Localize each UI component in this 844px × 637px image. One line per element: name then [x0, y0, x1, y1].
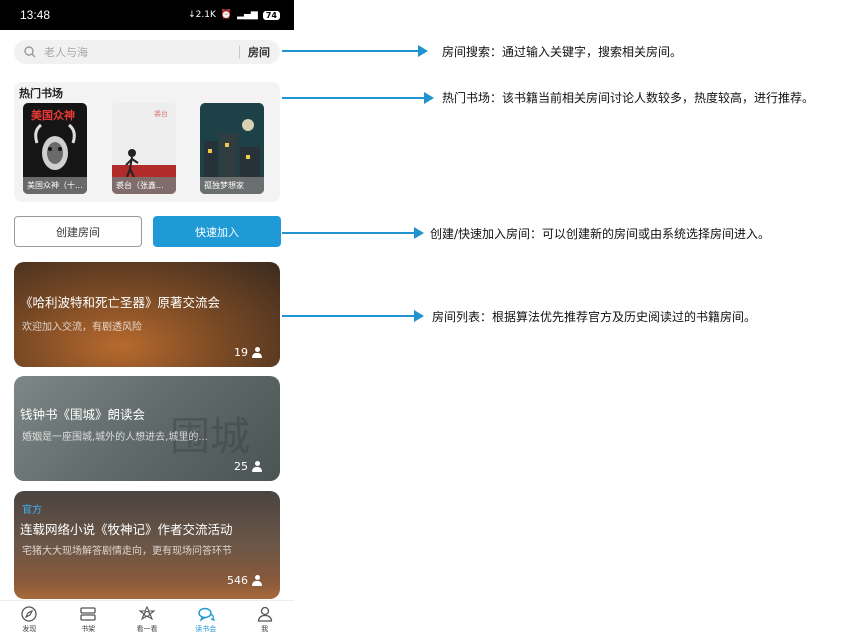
arrow-icon — [414, 227, 424, 239]
book-cover-title: 美国众神 — [31, 109, 75, 122]
annotation-line-hot — [282, 97, 426, 99]
compass-icon — [21, 605, 38, 622]
status-indicators: ↓2.1K ⏰ ▂▄▆ 74 — [188, 10, 280, 20]
tab-label: 发现 — [22, 624, 37, 633]
book-name: 孤独梦想家 — [200, 177, 264, 194]
flower-icon — [138, 605, 156, 620]
phone-screen: 13:48 ↓2.1K ⏰ ▂▄▆ 74 老人与海 房间 热门书场 美国众神 美… — [0, 0, 294, 637]
room-card-fortress-besieged[interactable]: 围城 钱钟书《围城》朗读会 婚姻是一座围城,城外的人想进去,城里的... 25 — [14, 376, 280, 481]
tab-look[interactable]: 看一看 — [118, 601, 177, 637]
person-icon — [252, 347, 262, 358]
tab-discover[interactable]: 发现 — [0, 601, 59, 637]
book-name: 裘台（张鑫... — [112, 177, 176, 194]
room-title: 钱钟书《围城》朗读会 — [20, 407, 146, 422]
person-icon — [252, 575, 262, 586]
annotation-actions: 创建/快速加入房间：可以创建新的房间或由系统选择房间进入。 — [430, 227, 771, 241]
signal-icon: ▂▄▆ — [237, 10, 258, 20]
quick-join-button[interactable]: 快速加入 — [153, 216, 281, 247]
create-room-button[interactable]: 创建房间 — [14, 216, 142, 247]
tab-label: 书架 — [81, 624, 96, 633]
annotation-room-list: 房间列表：根据算法优先推荐官方及历史阅读过的书籍房间。 — [432, 310, 757, 324]
person-icon — [257, 606, 272, 622]
person-icon — [252, 461, 262, 472]
book-card-lonely-dreamer[interactable]: 孤独梦想家 — [200, 103, 264, 194]
member-count-value: 19 — [234, 346, 248, 359]
bottom-tab-bar: 发现 书架 看一看 读书会 我 — [0, 600, 294, 637]
room-title: 连载网络小说《牧神记》作者交流活动 — [20, 522, 233, 537]
hot-book-market: 热门书场 美国众神 美国众神（十... 裘台 裘台（张鑫... 孤独梦想家 — [14, 82, 280, 202]
search-placeholder: 老人与海 — [44, 46, 88, 59]
tab-me[interactable]: 我 — [235, 601, 294, 637]
status-bar: 13:48 ↓2.1K ⏰ ▂▄▆ 74 — [0, 0, 294, 30]
hot-market-title: 热门书场 — [19, 87, 63, 100]
member-count-value: 546 — [227, 574, 248, 587]
network-speed: ↓2.1K — [188, 10, 216, 20]
room-member-count: 25 — [234, 460, 262, 473]
battery-indicator: 74 — [262, 10, 280, 20]
annotation-line-search — [282, 50, 420, 52]
search-input[interactable]: 老人与海 房间 — [14, 40, 280, 64]
bookshelf-icon — [80, 606, 96, 621]
book-cover-title: 裘台 — [154, 110, 168, 118]
member-count-value: 25 — [234, 460, 248, 473]
room-title: 《哈利波特和死亡圣器》原著交流会 — [20, 295, 221, 310]
room-card-mushen-ji[interactable]: 官方 连载网络小说《牧神记》作者交流活动 宅猪大大现场解答剧情走向，更有现场问答… — [14, 491, 280, 599]
network-speed-value: 2.1K — [195, 10, 216, 20]
room-member-count: 19 — [234, 346, 262, 359]
canvas: 13:48 ↓2.1K ⏰ ▂▄▆ 74 老人与海 房间 热门书场 美国众神 美… — [0, 0, 844, 637]
room-description: 欢迎加入交流，有剧透风险 — [22, 322, 142, 333]
room-member-count: 546 — [227, 574, 262, 587]
search-divider — [239, 45, 240, 59]
arrow-icon — [424, 92, 434, 104]
annotation-line-rooms — [282, 315, 416, 317]
book-card-qiutai[interactable]: 裘台 裘台（张鑫... — [112, 103, 176, 194]
alarm-icon: ⏰ — [220, 10, 233, 20]
chat-bubbles-icon — [198, 607, 215, 622]
tab-label: 我 — [261, 624, 269, 633]
annotation-line-actions — [282, 232, 416, 234]
room-description: 宅猪大大现场解答剧情走向，更有现场问答环节 — [22, 546, 232, 557]
room-card-harry-potter[interactable]: 《哈利波特和死亡圣器》原著交流会 欢迎加入交流，有剧透风险 19 — [14, 262, 280, 367]
tab-label: 看一看 — [136, 624, 158, 633]
search-icon — [24, 46, 36, 58]
search-scope-selector[interactable]: 房间 — [248, 44, 270, 60]
tab-label: 读书会 — [195, 624, 217, 633]
arrow-icon — [418, 45, 428, 57]
annotation-hot-market: 热门书场：该书籍当前相关房间讨论人数较多，热度较高，进行推荐。 — [442, 91, 815, 105]
annotation-search: 房间搜索：通过输入关键字，搜索相关房间。 — [442, 45, 683, 59]
status-time: 13:48 — [20, 8, 51, 22]
book-name: 美国众神（十... — [23, 177, 87, 194]
tab-bookshelf[interactable]: 书架 — [59, 601, 118, 637]
official-tag: 官方 — [22, 505, 42, 516]
tab-book-club[interactable]: 读书会 — [176, 601, 235, 637]
book-card-american-gods[interactable]: 美国众神 美国众神（十... — [23, 103, 87, 194]
arrow-icon — [414, 310, 424, 322]
room-description: 婚姻是一座围城,城外的人想进去,城里的... — [22, 432, 208, 443]
